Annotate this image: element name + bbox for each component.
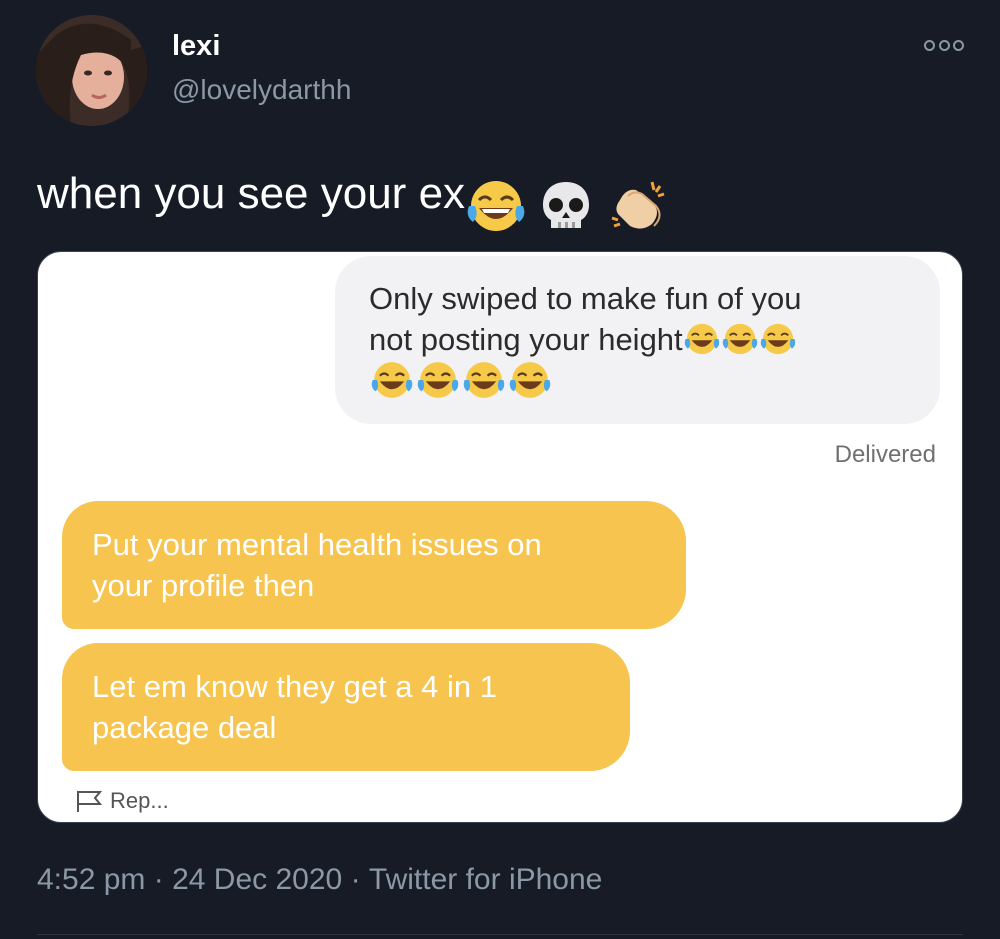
report-button[interactable]: Rep... bbox=[74, 788, 169, 814]
laughing-crying-icon bbox=[684, 323, 719, 355]
divider bbox=[37, 934, 963, 935]
tweet-text-body: when you see your ex bbox=[37, 169, 466, 218]
tweet-detail: lexi @lovelydarthh when you see your ex bbox=[0, 0, 1000, 939]
laughing-crying-icon bbox=[760, 323, 795, 355]
laughing-crying-icon bbox=[467, 181, 525, 232]
received-message-line: package deal bbox=[92, 710, 277, 745]
received-message-line: Let em know they get a 4 in 1 bbox=[92, 669, 497, 704]
sent-message-bubble: Only swiped to make fun of you not posti… bbox=[335, 256, 940, 424]
tweet-meta: 4:52 pm · 24 Dec 2020 · Twitter for iPho… bbox=[37, 862, 602, 897]
received-message-line: Put your mental health issues on bbox=[92, 527, 542, 562]
sent-message-text: not posting your height bbox=[369, 322, 683, 357]
tweet-date[interactable]: 24 Dec 2020 bbox=[172, 863, 342, 896]
delivered-status: Delivered bbox=[834, 441, 936, 468]
sent-message-emoji-line bbox=[369, 360, 906, 404]
skull-icon bbox=[543, 182, 590, 229]
avatar[interactable] bbox=[36, 15, 147, 126]
clapping-hands-icon bbox=[611, 182, 664, 229]
report-label: Rep... bbox=[110, 788, 169, 813]
dot-icon bbox=[938, 39, 950, 51]
received-message-bubble: Put your mental health issues on your pr… bbox=[62, 501, 686, 629]
tweet-emojis bbox=[465, 178, 667, 234]
flag-icon bbox=[77, 791, 103, 812]
display-name[interactable]: lexi bbox=[172, 30, 220, 63]
more-options-icon[interactable] bbox=[924, 36, 964, 54]
laughing-crying-icon bbox=[509, 362, 551, 398]
attached-image[interactable]: Only swiped to make fun of you not posti… bbox=[37, 251, 963, 823]
dot-icon bbox=[953, 39, 964, 51]
sent-message-line: not posting your height bbox=[369, 319, 906, 360]
received-message-line: your profile then bbox=[92, 568, 315, 603]
tweet-time[interactable]: 4:52 pm bbox=[37, 863, 145, 896]
meta-separator: · bbox=[153, 863, 164, 897]
laughing-crying-icon bbox=[417, 362, 459, 398]
laughing-crying-icon bbox=[722, 323, 757, 355]
handle[interactable]: @lovelydarthh bbox=[172, 74, 351, 106]
received-message-bubble: Let em know they get a 4 in 1 package de… bbox=[62, 643, 630, 771]
laughing-crying-icon bbox=[371, 362, 413, 398]
meta-separator: · bbox=[350, 863, 361, 897]
dot-icon bbox=[924, 39, 935, 51]
sent-message-line: Only swiped to make fun of you bbox=[369, 281, 802, 316]
laughing-crying-icon bbox=[463, 362, 505, 398]
tweet-source[interactable]: Twitter for iPhone bbox=[369, 863, 602, 896]
tweet-text: when you see your ex bbox=[37, 168, 668, 234]
